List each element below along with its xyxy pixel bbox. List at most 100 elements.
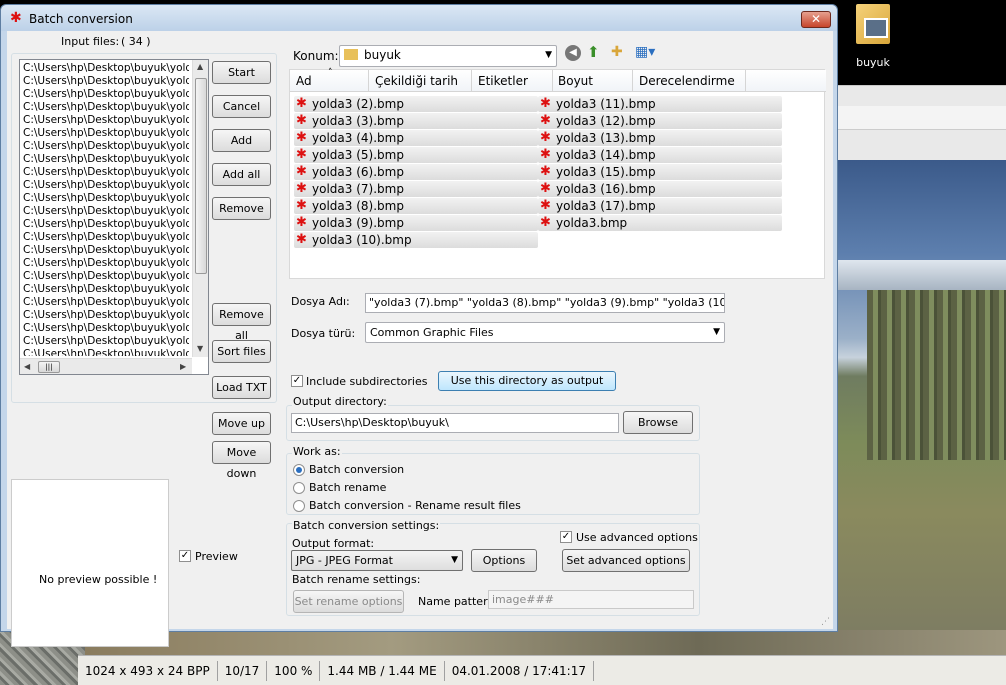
move-down-button[interactable]: Move down: [212, 441, 271, 480]
file-item[interactable]: ✱ yolda3 (16).bmp: [538, 181, 782, 197]
include-subdirectories-checkbox[interactable]: ✓: [291, 375, 303, 387]
file-item[interactable]: ✱ yolda3 (14).bmp: [538, 147, 782, 163]
output-format-value: JPG - JPEG Format: [296, 554, 393, 567]
file-name: yolda3 (4).bmp: [312, 131, 404, 145]
image-file-icon: ✱: [296, 164, 307, 179]
file-item[interactable]: ✱ yolda3 (6).bmp: [294, 164, 538, 180]
list-item[interactable]: C:\Users\hp\Desktop\buyuk\yolda: [23, 179, 189, 192]
input-files-list[interactable]: C:\Users\hp\Desktop\buyuk\yolda C:\Users\…: [19, 59, 209, 375]
list-item[interactable]: C:\Users\hp\Desktop\buyuk\yolda: [23, 218, 189, 231]
output-directory-input[interactable]: C:\Users\hp\Desktop\buyuk\: [291, 413, 619, 433]
scroll-thumb[interactable]: |||: [38, 361, 60, 373]
desktop-folder-icon[interactable]: buyuk: [848, 4, 898, 70]
back-icon[interactable]: ◀: [565, 45, 581, 61]
list-item[interactable]: C:\Users\hp\Desktop\buyuk\yolda: [23, 75, 189, 88]
new-folder-icon[interactable]: ✚: [611, 44, 623, 60]
column-tags[interactable]: Etiketler: [478, 74, 528, 88]
start-button[interactable]: Start: [212, 61, 271, 84]
file-item[interactable]: ✱ yolda3 (12).bmp: [538, 113, 782, 129]
set-rename-options-button[interactable]: Set rename options: [293, 590, 404, 613]
list-item[interactable]: C:\Users\hp\Desktop\buyuk\yolda: [23, 101, 189, 114]
no-preview-text: No preview possible !: [39, 573, 158, 586]
file-item[interactable]: ✱ yolda3 (3).bmp: [294, 113, 538, 129]
chevron-down-icon: ▼: [545, 50, 552, 60]
filetype-dropdown[interactable]: Common Graphic Files ▼: [365, 322, 725, 343]
list-item[interactable]: C:\Users\hp\Desktop\buyuk\yolda: [23, 335, 189, 348]
set-advanced-options-button[interactable]: Set advanced options: [562, 549, 690, 572]
add-button[interactable]: Add: [212, 129, 271, 152]
close-button[interactable]: ✕: [801, 11, 831, 28]
remove-all-button[interactable]: Remove all: [212, 303, 271, 342]
column-size[interactable]: Boyut: [558, 74, 593, 88]
sort-files-button[interactable]: Sort files: [212, 340, 271, 363]
list-item[interactable]: C:\Users\hp\Desktop\buyuk\yolda: [23, 296, 189, 309]
filename-input[interactable]: "yolda3 (7).bmp" "yolda3 (8).bmp" "yolda…: [365, 293, 725, 313]
list-item[interactable]: C:\Users\hp\Desktop\buyuk\yolda: [23, 231, 189, 244]
file-item[interactable]: ✱ yolda3 (4).bmp: [294, 130, 538, 146]
file-item[interactable]: ✱ yolda3 (5).bmp: [294, 147, 538, 163]
load-txt-button[interactable]: Load TXT: [212, 376, 271, 399]
file-browser[interactable]: Ad ˄ Çekildiği tarih Etiketler Boyut Der…: [289, 68, 826, 279]
column-date-taken[interactable]: Çekildiği tarih: [375, 74, 458, 88]
add-all-button[interactable]: Add all: [212, 163, 271, 186]
sort-ascending-icon: ˄: [328, 68, 333, 78]
file-item[interactable]: ✱ yolda3 (9).bmp: [294, 215, 538, 231]
name-pattern-input[interactable]: image###: [488, 590, 694, 609]
batch-conversion-label: Batch conversion: [309, 463, 405, 476]
file-name: yolda3 (12).bmp: [556, 114, 656, 128]
list-item[interactable]: C:\Users\hp\Desktop\buyuk\yolda: [23, 205, 189, 218]
column-name[interactable]: Ad: [296, 74, 312, 88]
folder-icon: [344, 49, 358, 60]
batch-rename-radio[interactable]: [293, 482, 305, 494]
batch-conversion-radio[interactable]: [293, 464, 305, 476]
column-rating[interactable]: Derecelendirme: [639, 74, 735, 88]
up-folder-icon[interactable]: ⬆: [587, 43, 600, 61]
list-vertical-scrollbar[interactable]: ▲ ▼: [192, 60, 208, 357]
preview-checkbox[interactable]: ✓: [179, 550, 191, 562]
list-item[interactable]: C:\Users\hp\Desktop\buyuk\yolda: [23, 88, 189, 101]
options-button[interactable]: Options: [471, 549, 537, 572]
file-item[interactable]: ✱ yolda3 (8).bmp: [294, 198, 538, 214]
file-item[interactable]: ✱ yolda3 (7).bmp: [294, 181, 538, 197]
use-directory-as-output-button[interactable]: Use this directory as output: [438, 371, 616, 391]
list-item[interactable]: C:\Users\hp\Desktop\buyuk\yolda: [23, 322, 189, 335]
conversion-rename-radio[interactable]: [293, 500, 305, 512]
list-item[interactable]: C:\Users\hp\Desktop\buyuk\yolda: [23, 192, 189, 205]
move-up-button[interactable]: Move up: [212, 412, 271, 435]
list-item[interactable]: C:\Users\hp\Desktop\buyuk\yolda: [23, 257, 189, 270]
file-item[interactable]: ✱ yolda3 (17).bmp: [538, 198, 782, 214]
list-item[interactable]: C:\Users\hp\Desktop\buyuk\yolda: [23, 140, 189, 153]
use-advanced-options-checkbox[interactable]: ✓: [560, 531, 572, 543]
browse-button[interactable]: Browse: [623, 411, 693, 434]
file-item[interactable]: ✱ yolda3 (10).bmp: [294, 232, 538, 248]
view-menu-icon[interactable]: ▦▾: [635, 44, 655, 60]
list-item[interactable]: C:\Users\hp\Desktop\buyuk\yolda: [23, 283, 189, 296]
list-item[interactable]: C:\Users\hp\Desktop\buyuk\yolda: [23, 62, 189, 75]
resize-grip-icon[interactable]: ⋰: [821, 617, 830, 627]
scroll-thumb[interactable]: [195, 78, 207, 274]
cancel-button[interactable]: Cancel: [212, 95, 271, 118]
file-name: yolda3 (11).bmp: [556, 97, 656, 111]
list-item[interactable]: C:\Users\hp\Desktop\buyuk\yolda: [23, 127, 189, 140]
file-name: yolda3 (6).bmp: [312, 165, 404, 179]
list-item[interactable]: C:\Users\hp\Desktop\buyuk\yolda: [23, 114, 189, 127]
file-item[interactable]: ✱ yolda3 (2).bmp: [294, 96, 538, 112]
list-item[interactable]: C:\Users\hp\Desktop\buyuk\yolda: [23, 166, 189, 179]
file-item[interactable]: ✱ yolda3 (15).bmp: [538, 164, 782, 180]
list-item[interactable]: C:\Users\hp\Desktop\buyuk\yolda: [23, 153, 189, 166]
location-dropdown[interactable]: buyuk ▼: [339, 45, 557, 67]
list-item[interactable]: C:\Users\hp\Desktop\buyuk\yolda: [23, 309, 189, 322]
image-file-icon: ✱: [296, 232, 307, 247]
list-item[interactable]: C:\Users\hp\Desktop\buyuk\yolda: [23, 270, 189, 283]
file-item[interactable]: ✱ yolda3 (13).bmp: [538, 130, 782, 146]
remove-button[interactable]: Remove: [212, 197, 271, 220]
output-format-dropdown[interactable]: JPG - JPEG Format ▼: [291, 550, 463, 571]
list-horizontal-scrollbar[interactable]: ◀ ||| ▶: [20, 358, 192, 374]
input-files-label: Input files:: [61, 35, 120, 48]
file-item[interactable]: ✱ yolda3.bmp: [538, 215, 782, 231]
list-item[interactable]: C:\Users\hp\Desktop\buyuk\yolda: [23, 348, 189, 356]
file-item[interactable]: ✱ yolda3 (11).bmp: [538, 96, 782, 112]
list-item[interactable]: C:\Users\hp\Desktop\buyuk\yolda: [23, 244, 189, 257]
title-bar[interactable]: ✱ Batch conversion ✕: [1, 5, 837, 31]
image-file-icon: ✱: [540, 147, 551, 162]
